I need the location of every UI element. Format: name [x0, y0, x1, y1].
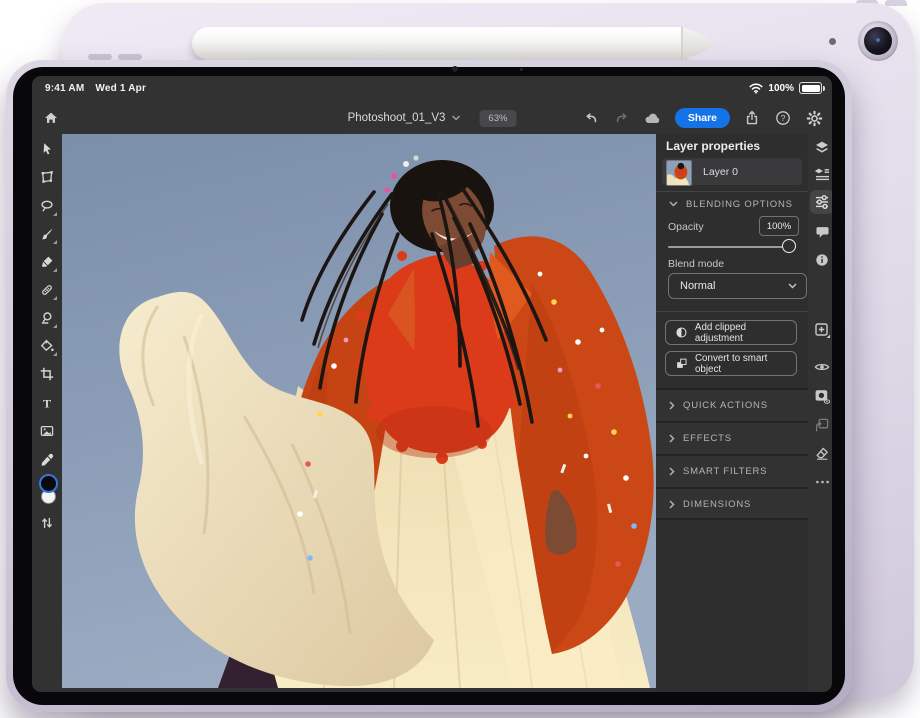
opacity-slider-knob[interactable]: [782, 239, 796, 253]
add-clipped-adjustment-button[interactable]: Add clipped adjustment: [665, 320, 797, 345]
opacity-value[interactable]: 100%: [759, 216, 799, 236]
healing-brush-tool[interactable]: [34, 277, 60, 303]
clone-stamp-tool[interactable]: [34, 305, 60, 331]
opacity-label: Opacity: [668, 221, 704, 233]
status-bar: 9:41 AM Wed 1 Apr 100%: [32, 76, 832, 102]
cloud-sync-icon[interactable]: [642, 107, 664, 129]
delete-layer-icon[interactable]: [810, 441, 832, 465]
adjustment-icon: [675, 326, 688, 339]
layer-thumbnail: [666, 160, 692, 186]
crop-tool[interactable]: [34, 361, 60, 387]
foreground-color-chip[interactable]: [39, 474, 58, 493]
canvas-photo[interactable]: [62, 134, 656, 688]
front-camera-icon: [452, 66, 458, 72]
move-tool[interactable]: [34, 136, 60, 162]
smart-filters-label: SMART FILTERS: [683, 466, 767, 477]
chevron-down-icon[interactable]: [451, 115, 460, 121]
rear-camera-glint: [876, 38, 880, 42]
effects-label: EFFECTS: [683, 433, 732, 444]
blending-options-label: BLENDING OPTIONS: [686, 199, 793, 210]
help-icon[interactable]: ?: [772, 107, 794, 129]
apple-pencil-tip: [683, 27, 715, 60]
svg-text:?: ?: [781, 113, 786, 123]
convert-to-smart-object-label: Convert to smart object: [695, 353, 796, 375]
foreground-background-color-chips[interactable]: [34, 474, 60, 506]
type-tool[interactable]: T: [34, 390, 60, 416]
dimensions-section[interactable]: DIMENSIONS: [656, 487, 808, 520]
svg-text:T: T: [43, 396, 51, 410]
opacity-slider[interactable]: [668, 246, 789, 248]
eyedropper-tool[interactable]: [34, 447, 60, 473]
apple-pencil: [192, 27, 715, 60]
add-clipped-adjustment-label: Add clipped adjustment: [695, 322, 796, 344]
more-options-icon[interactable]: [810, 470, 832, 494]
transform-tool[interactable]: [34, 164, 60, 190]
layer-properties-icon[interactable]: [810, 162, 832, 186]
swap-colors-icon[interactable]: [34, 510, 60, 536]
effects-section[interactable]: EFFECTS: [656, 421, 808, 454]
battery-icon: [799, 82, 822, 94]
photoshop-app-screen: 9:41 AM Wed 1 Apr 100%: [32, 76, 832, 692]
layers-icon[interactable]: [810, 135, 832, 159]
undo-icon[interactable]: [580, 107, 602, 129]
home-icon[interactable]: [40, 107, 62, 129]
visibility-icon[interactable]: [810, 355, 832, 379]
panel-title: Layer properties: [666, 139, 760, 153]
top-toolbar: Photoshoot_01_V3 63%: [32, 102, 832, 134]
document-title[interactable]: Photoshoot_01_V3: [348, 112, 446, 124]
export-icon[interactable]: [741, 107, 763, 129]
info-icon[interactable]: [810, 248, 832, 272]
apple-pencil-seam: [681, 27, 683, 60]
adjustments-icon[interactable]: [810, 190, 832, 214]
status-date: Wed 1 Apr: [95, 83, 146, 94]
lasso-select-tool[interactable]: [34, 193, 60, 219]
share-button[interactable]: Share: [675, 108, 730, 128]
clip-mask-icon[interactable]: [810, 413, 832, 437]
comments-icon[interactable]: [810, 220, 832, 244]
chevron-right-icon: [669, 500, 675, 509]
layer-properties-panel: Layer properties Layer 0 B: [656, 134, 808, 692]
fill-tool[interactable]: [34, 333, 60, 359]
quick-actions-label: QUICK ACTIONS: [683, 400, 768, 411]
blend-mode-label: Blend mode: [668, 258, 724, 270]
place-image-tool[interactable]: [34, 418, 60, 444]
blend-mode-dropdown[interactable]: Normal: [668, 273, 807, 299]
page: { "status_bar": { "time": "9:41 AM", "da…: [0, 0, 920, 718]
layer-name: Layer 0: [703, 166, 738, 178]
brush-tool[interactable]: [34, 221, 60, 247]
settings-gear-icon[interactable]: [803, 107, 825, 129]
convert-to-smart-object-button[interactable]: Convert to smart object: [665, 351, 797, 376]
smart-filters-section[interactable]: SMART FILTERS: [656, 454, 808, 487]
eraser-tool[interactable]: [34, 249, 60, 275]
zoom-level-badge[interactable]: 63%: [479, 110, 516, 127]
front-sensor-dot: [520, 68, 523, 71]
front-ipad-body: 9:41 AM Wed 1 Apr 100%: [6, 60, 852, 712]
blend-mode-value: Normal: [680, 280, 715, 292]
rear-microphone-dot: [829, 38, 836, 45]
layer-row[interactable]: Layer 0: [662, 158, 802, 185]
chevron-right-icon: [669, 434, 675, 443]
apple-pencil-body: [192, 27, 684, 60]
rear-ipad-top-button: [885, 0, 907, 6]
divider: [656, 518, 808, 520]
divider: [656, 311, 808, 312]
chevron-down-icon: [788, 283, 797, 289]
chevron-down-icon: [669, 201, 678, 207]
chevron-right-icon: [669, 401, 675, 410]
wifi-icon: [749, 83, 763, 94]
layer-mask-icon[interactable]: [810, 384, 832, 408]
blending-options-header[interactable]: BLENDING OPTIONS: [656, 192, 808, 216]
smart-object-icon: [675, 357, 688, 370]
battery-percent: 100%: [768, 83, 794, 94]
status-time: 9:41 AM: [45, 83, 84, 94]
dimensions-label: DIMENSIONS: [683, 499, 751, 510]
chevron-right-icon: [669, 467, 675, 476]
quick-actions-section[interactable]: QUICK ACTIONS: [656, 388, 808, 421]
add-layer-icon[interactable]: [810, 318, 832, 342]
redo-icon[interactable]: [611, 107, 633, 129]
